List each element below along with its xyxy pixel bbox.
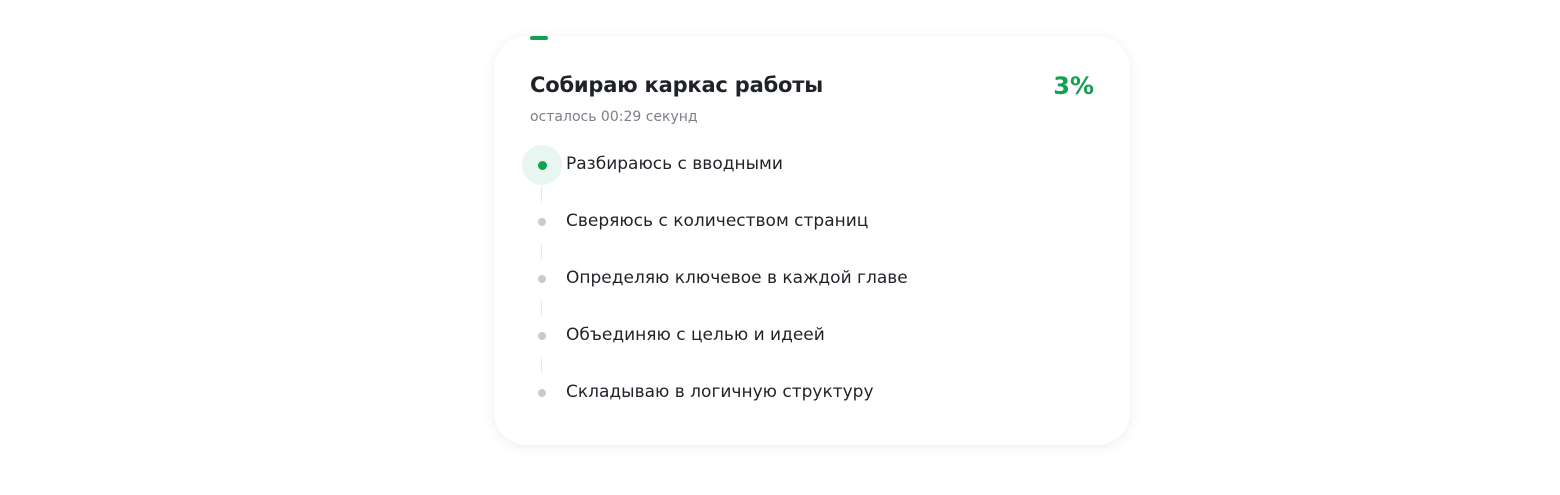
step-label: Сверяюсь с количеством страниц <box>566 211 869 231</box>
step-item: Разбираюсь с вводными <box>522 145 1082 202</box>
step-item: Определяю ключевое в каждой главе <box>522 259 1082 316</box>
step-item: Складываю в логичную структуру <box>522 373 1082 430</box>
step-status-icon <box>522 259 562 299</box>
step-status-icon <box>522 373 562 413</box>
progress-bar <box>530 36 1094 40</box>
page: Собираю каркас работы 3% осталось 00:29 … <box>0 0 1560 495</box>
progress-percent: 3% <box>1053 72 1094 100</box>
step-connector <box>541 301 542 316</box>
step-connector <box>541 244 542 259</box>
step-label: Объединяю с целью и идеей <box>566 325 825 345</box>
step-connector <box>541 187 542 202</box>
step-item: Сверяюсь с количеством страниц <box>522 202 1082 259</box>
progress-bar-fill <box>530 36 548 40</box>
step-item: Объединяю с целью и идеей <box>522 316 1082 373</box>
step-status-icon <box>522 202 562 242</box>
task-title: Собираю каркас работы <box>530 73 824 97</box>
step-connector <box>541 358 542 373</box>
time-remaining: осталось 00:29 секунд <box>530 109 698 125</box>
step-label: Определяю ключевое в каждой главе <box>566 268 908 288</box>
steps-list: Разбираюсь с вводными Сверяюсь с количес… <box>522 145 1082 430</box>
step-status-icon <box>522 316 562 356</box>
step-status-icon <box>522 145 562 185</box>
step-label: Складываю в логичную структуру <box>566 382 874 402</box>
step-label: Разбираюсь с вводными <box>566 154 783 174</box>
progress-card: Собираю каркас работы 3% осталось 00:29 … <box>494 36 1130 445</box>
